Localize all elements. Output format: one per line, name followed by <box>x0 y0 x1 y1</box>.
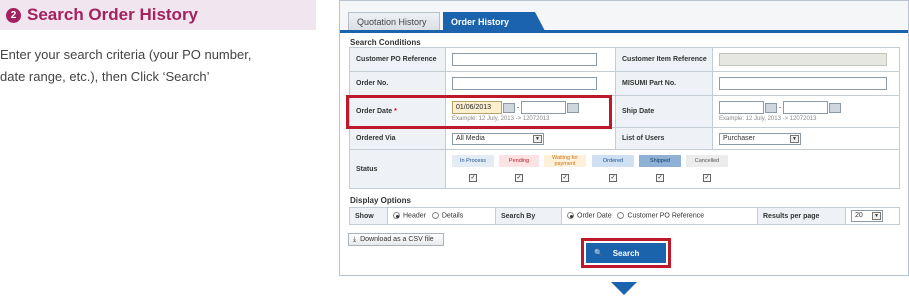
search-by-po-radio[interactable] <box>617 212 625 220</box>
results-per-page-value: 20 <box>855 212 863 219</box>
guide-line-2: date range, etc.), then Click ‘Search’ <box>0 69 210 84</box>
show-options: Header Details <box>387 207 496 225</box>
ordered-via-select[interactable]: All Media ▼ <box>452 132 544 145</box>
guide-line-1: Enter your search criteria (your PO numb… <box>0 47 252 62</box>
status-checkbox-in-process[interactable]: ✓ <box>469 174 477 182</box>
status-chip-pending: Pending <box>499 155 539 167</box>
step-number-badge: 2 <box>6 7 21 23</box>
status-chip-in-process: In Process <box>452 155 494 167</box>
chevron-down-icon: ▼ <box>533 134 542 143</box>
ordered-via-label: Ordered Via <box>349 127 446 150</box>
search-by-order-date-radio[interactable] <box>567 212 574 220</box>
chevron-down-icon: ▼ <box>872 212 881 220</box>
status-chip-waiting: Waiting for payment <box>544 155 586 167</box>
download-csv-button[interactable]: ⤓ Download as a CSV file <box>348 233 444 246</box>
tab-bar: Quotation History Order History <box>340 1 908 33</box>
customer-po-label: Customer PO Reference <box>349 47 446 72</box>
status-checkbox-shipped[interactable]: ✓ <box>656 174 664 182</box>
status-checkbox-waiting[interactable]: ✓ <box>561 174 569 182</box>
show-details-radio[interactable] <box>431 212 439 220</box>
status-chip-cancelled: Cancelled <box>686 155 728 167</box>
status-checkbox-pending[interactable]: ✓ <box>515 174 523 182</box>
ordered-via-value: All Media <box>456 134 485 142</box>
arrow-down-icon <box>611 282 637 295</box>
list-users-value: Purchaser <box>723 134 755 142</box>
display-options-table: Show Header Details Search By Order Date… <box>349 207 900 225</box>
customer-item-input <box>719 53 887 66</box>
search-by-options: Order Date Customer PO Reference <box>561 207 758 225</box>
order-no-input[interactable] <box>452 77 597 90</box>
guide-header: 2 Search Order History <box>0 0 316 30</box>
status-cell: In Process Pending Waiting for payment O… <box>445 149 900 189</box>
ship-date-to-input[interactable] <box>783 101 829 114</box>
ship-date-label: Ship Date <box>615 95 713 128</box>
calendar-icon[interactable] <box>765 102 777 113</box>
search-conditions-title: Search Conditions <box>350 38 421 47</box>
show-header-label: Header <box>403 212 426 220</box>
search-by-po-label: Customer PO Reference <box>627 212 705 220</box>
list-users-label: List of Users <box>615 127 713 150</box>
results-per-page-label: Results per page <box>757 207 846 225</box>
guide-title: Search Order History <box>27 5 199 24</box>
search-by-label: Search By <box>495 207 562 225</box>
list-users-select[interactable]: Purchaser ▼ <box>719 132 801 145</box>
tab-quotation-history[interactable]: Quotation History <box>348 12 440 31</box>
status-filters: In Process Pending Waiting for payment O… <box>446 150 899 188</box>
search-highlight-box <box>581 238 671 268</box>
show-details-label: Details <box>441 212 464 220</box>
guide-instructions: Enter your search criteria (your PO numb… <box>0 44 316 88</box>
customer-po-input[interactable] <box>452 53 597 66</box>
misumi-part-label: MISUMI Part No. <box>615 71 713 96</box>
tab-underline <box>340 30 908 33</box>
status-checkbox-ordered[interactable]: ✓ <box>609 174 617 182</box>
misumi-part-input[interactable] <box>719 77 887 90</box>
calendar-icon[interactable] <box>829 102 842 113</box>
status-chip-shipped: Shipped <box>639 155 681 167</box>
display-options-title: Display Options <box>350 196 411 205</box>
order-no-label: Order No. <box>349 71 446 96</box>
status-label: Status <box>349 149 446 189</box>
download-icon: ⤓ <box>353 235 357 243</box>
results-per-page-select[interactable]: 20 ▼ <box>851 210 883 222</box>
date-separator: - <box>778 104 782 112</box>
customer-item-label: Customer Item Reference <box>615 47 713 72</box>
show-header-radio[interactable] <box>393 212 400 220</box>
download-csv-label: Download as a CSV file <box>360 236 434 243</box>
status-chip-ordered: Ordered <box>592 155 634 167</box>
show-label: Show <box>349 207 388 225</box>
status-checkbox-cancelled[interactable]: ✓ <box>703 174 711 182</box>
tab-order-history[interactable]: Order History <box>443 12 545 31</box>
search-by-order-date-label: Order Date <box>577 212 612 220</box>
chevron-down-icon: ▼ <box>790 134 799 143</box>
order-date-highlight-box <box>346 95 612 129</box>
ship-date-from-input[interactable] <box>719 101 764 114</box>
ship-date-example: Example: 12 July, 2013 -> 12072013 <box>719 116 817 122</box>
order-history-panel: Quotation History Order History Search C… <box>339 0 909 276</box>
